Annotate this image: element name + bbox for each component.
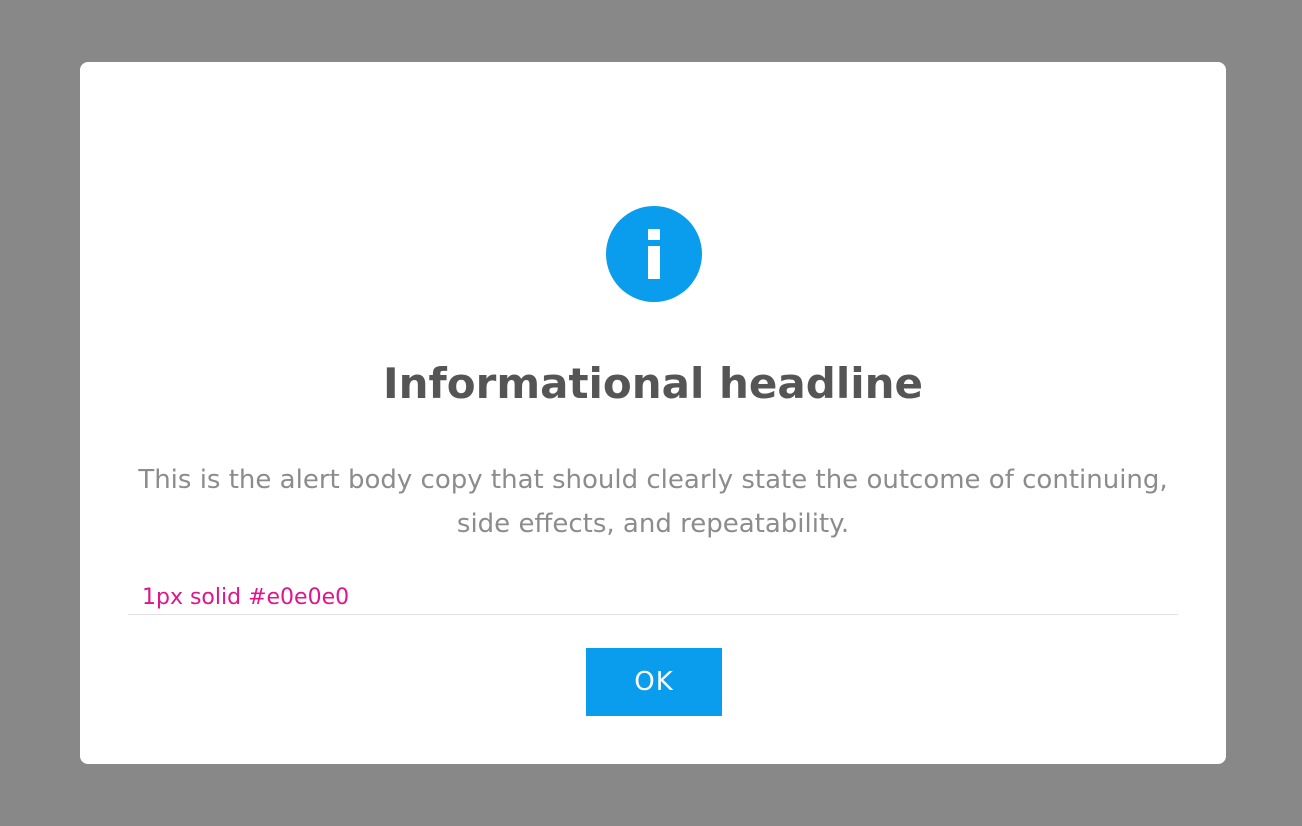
dialog-body-text: This is the alert body copy that should … [138,465,1168,539]
info-icon [606,206,702,302]
info-glyph [648,229,660,279]
divider-spec-annotation: 1px solid #e0e0e0 [142,585,350,610]
divider [128,614,1178,615]
ok-button[interactable]: OK [586,648,722,716]
dialog-headline: Informational headline [382,359,924,408]
alert-dialog: Informational headline This is the alert… [80,62,1226,764]
